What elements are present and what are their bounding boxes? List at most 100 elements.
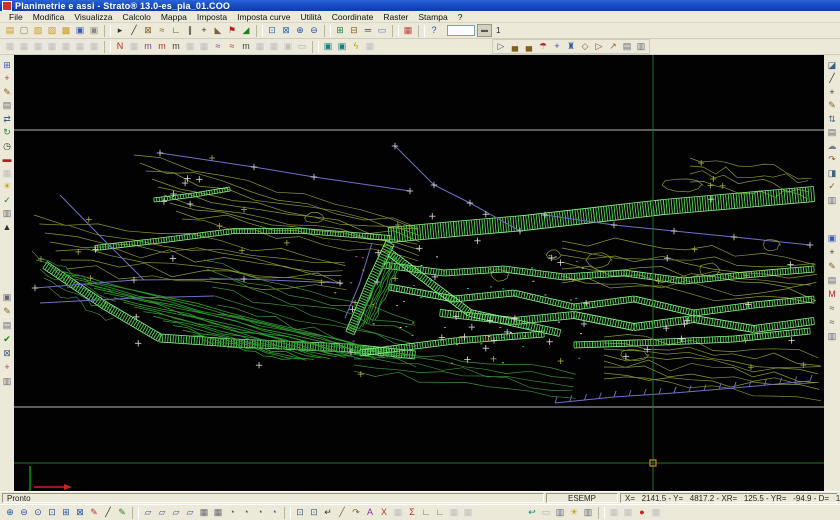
notes-icon[interactable]: ▥ [826, 194, 839, 207]
menu-item-calcolo[interactable]: Calcolo [117, 12, 155, 22]
axis-edit-icon[interactable]: ▷ [593, 40, 606, 53]
lightning-icon[interactable]: ϟ [350, 40, 363, 53]
open-folder-icon[interactable]: ▧ [32, 24, 45, 37]
help-icon[interactable]: ? [428, 24, 441, 37]
red-pencil-icon[interactable]: ✎ [88, 506, 101, 519]
snap-icon[interactable]: ∟ [170, 24, 183, 37]
levels-icon[interactable]: ⇅ [826, 113, 839, 126]
layers-1-icon[interactable]: ▣ [322, 40, 335, 53]
stat-x-icon[interactable]: X [378, 506, 391, 519]
scale-unit-button[interactable]: ▬ [477, 24, 492, 37]
cross-section-icon[interactable]: + [551, 40, 564, 53]
polyline-icon[interactable]: ≈ [156, 24, 169, 37]
orbit-3-icon[interactable]: ◔ [254, 506, 267, 519]
bridge-2-icon[interactable]: ▄ [523, 40, 536, 53]
red-flag-icon[interactable]: ⚑ [226, 24, 239, 37]
umbrella-icon[interactable]: ☂ [537, 40, 550, 53]
pair-icon[interactable]: ⇄ [1, 113, 14, 126]
select-window-icon[interactable]: ⊠ [142, 24, 155, 37]
orbit-4-icon[interactable]: ◔ [268, 506, 281, 519]
line4-icon[interactable]: ╱ [336, 506, 349, 519]
flag-stripes-icon[interactable]: ▬ [1, 153, 14, 166]
measure-m1-icon[interactable]: m [142, 40, 155, 53]
panel-a-icon[interactable]: ▦ [198, 506, 211, 519]
layers-2-icon[interactable]: ▣ [336, 40, 349, 53]
menu-item-utilità[interactable]: Utilità [295, 12, 326, 22]
import-file-icon[interactable]: ▩ [60, 24, 73, 37]
pan-icon[interactable]: + [1, 72, 14, 85]
save-as-icon[interactable]: ▣ [88, 24, 101, 37]
parallel-icon[interactable]: ∥ [184, 24, 197, 37]
menu-item-visualizza[interactable]: Visualizza [69, 12, 117, 22]
menu-item-imposta[interactable]: Imposta [192, 12, 232, 22]
notes2-icon[interactable]: ▥ [826, 330, 839, 343]
page3-icon[interactable]: ▥ [554, 506, 567, 519]
hook-icon[interactable]: ↷ [826, 153, 839, 166]
cage2-icon[interactable]: ⊡ [308, 506, 321, 519]
line3-icon[interactable]: ╱ [102, 506, 115, 519]
wave1-icon[interactable]: ≈ [826, 302, 839, 315]
scale-input[interactable] [447, 25, 475, 36]
zoom-box-icon[interactable]: ⊞ [1, 59, 14, 72]
sheet-icon[interactable]: ⊟ [348, 24, 361, 37]
sun2-icon[interactable]: ☀ [568, 506, 581, 519]
pencil3-icon[interactable]: ✎ [826, 99, 839, 112]
north-icon[interactable]: N [114, 40, 127, 53]
arc-icon[interactable]: ↷ [350, 506, 363, 519]
drawing-canvas[interactable] [14, 55, 824, 496]
bzoom-all-icon[interactable]: ⊞ [60, 506, 73, 519]
wave2-icon[interactable]: ≈ [826, 316, 839, 329]
copy-sheet-icon[interactable]: ▥ [635, 40, 648, 53]
add-point-icon[interactable]: + [198, 24, 211, 37]
menu-item-modifica[interactable]: Modifica [28, 12, 70, 22]
axis-points-icon[interactable]: ▷ [495, 40, 508, 53]
move-node-icon[interactable]: + [826, 86, 839, 99]
sigma-icon[interactable]: Σ [406, 506, 419, 519]
clock-icon[interactable]: ◷ [1, 140, 14, 153]
panel-icon[interactable]: ◨ [826, 167, 839, 180]
corner-2-icon[interactable]: ∟ [434, 506, 447, 519]
edit-pencil-icon[interactable]: ✎ [1, 86, 14, 99]
sheet2-icon[interactable]: ▥ [1, 207, 14, 220]
corner-1-icon[interactable]: ∟ [420, 506, 433, 519]
open-drawing-icon[interactable]: ▢ [18, 24, 31, 37]
view-4-icon[interactable]: ▱ [184, 506, 197, 519]
return-icon[interactable]: ↵ [322, 506, 335, 519]
title-bar[interactable]: Planimetrie e assi - Strato® 13.0-es_pla… [0, 0, 840, 11]
back-icon[interactable]: ↩ [526, 506, 539, 519]
blank-icon[interactable]: ▭ [296, 40, 309, 53]
bridge-1-icon[interactable]: ▄ [509, 40, 522, 53]
note-icon[interactable]: ▭ [376, 24, 389, 37]
cloud-icon[interactable]: ☁ [826, 140, 839, 153]
report-icon[interactable]: ▤ [621, 40, 634, 53]
zoom-window-icon[interactable]: ⊡ [266, 24, 279, 37]
draw-box-icon[interactable]: ◪ [826, 59, 839, 72]
menu-item-coordinate[interactable]: Coordinate [327, 12, 379, 22]
page4-icon[interactable]: ▥ [582, 506, 595, 519]
record-icon[interactable]: ● [636, 506, 649, 519]
orbit-1-icon[interactable]: ◔ [226, 506, 239, 519]
page2-icon[interactable]: ▥ [1, 375, 14, 388]
menu-item-raster[interactable]: Raster [378, 12, 413, 22]
text-a-icon[interactable]: A [364, 506, 377, 519]
view-1-icon[interactable]: ▱ [142, 506, 155, 519]
table3-icon[interactable]: ▤ [826, 274, 839, 287]
open-recent-icon[interactable]: ▨ [46, 24, 59, 37]
apply-icon[interactable]: ✔ [1, 333, 14, 346]
plus2-icon[interactable]: + [826, 246, 839, 259]
check2-icon[interactable]: ✓ [826, 180, 839, 193]
delete-icon[interactable]: ▦ [402, 24, 415, 37]
table2-icon[interactable]: ▤ [826, 126, 839, 139]
distance-icon[interactable]: ═ [362, 24, 375, 37]
bzoom-prev-icon[interactable]: ⊙ [32, 506, 45, 519]
find-icon[interactable]: ▲ [1, 221, 14, 234]
marker-m-icon[interactable]: M [826, 288, 839, 301]
menu-item-stampa[interactable]: Stampa [413, 12, 452, 22]
arrow-tool-icon[interactable]: ↗ [607, 40, 620, 53]
bzoom-out-icon[interactable]: ⊖ [18, 506, 31, 519]
line2-icon[interactable]: ╱ [826, 72, 839, 85]
orbit-2-icon[interactable]: ◔ [240, 506, 253, 519]
bzoom-window-icon[interactable]: ⊡ [46, 506, 59, 519]
angle-3-icon[interactable]: m [240, 40, 253, 53]
save-icon[interactable]: ▣ [74, 24, 87, 37]
